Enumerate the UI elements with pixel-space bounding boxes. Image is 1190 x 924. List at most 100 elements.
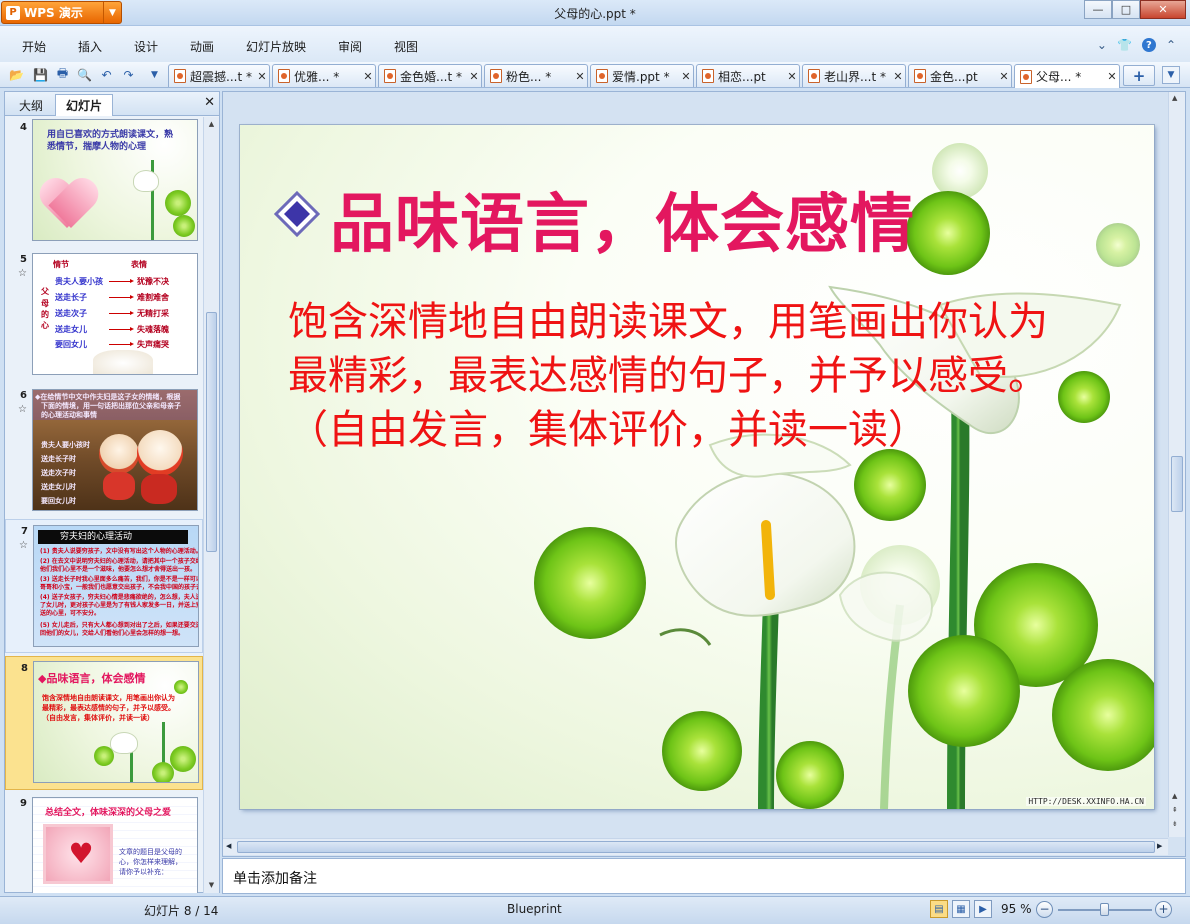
- diamond-bullet-icon: [274, 191, 320, 237]
- doc-tab-2[interactable]: 优雅... * ✕: [272, 64, 376, 87]
- scrollbar-thumb[interactable]: [206, 312, 217, 552]
- redo-icon[interactable]: ↷: [120, 66, 137, 83]
- menu-right-tools: ⌄ 👕 ? ⌃: [1097, 38, 1176, 52]
- save-icon[interactable]: 💾: [32, 66, 49, 83]
- zoom-in-button[interactable]: +: [1155, 901, 1172, 918]
- doc-tab-6[interactable]: 相恋...pt ✕: [696, 64, 800, 87]
- slide-7-preview: 穷夫妇的心理活动 (1) 贵夫人说要穷孩子，文中没有写出这个人物的心理活动。 (…: [33, 525, 199, 647]
- status-bar: 幻灯片 8 / 14 Blueprint ▤ ▦ ▶ 95 % − +: [0, 896, 1190, 924]
- slide-vertical-scrollbar[interactable]: ▲ ▲ ⇞ ⇟: [1168, 92, 1185, 837]
- menu-view[interactable]: 视图: [394, 38, 418, 55]
- menu-review[interactable]: 审阅: [338, 38, 362, 55]
- zoom-level[interactable]: 95 %: [1001, 902, 1032, 916]
- zoom-out-button[interactable]: −: [1036, 901, 1053, 918]
- slide-counter: 幻灯片 8 / 14: [144, 904, 219, 918]
- tab-close-icon[interactable]: ✕: [679, 70, 693, 83]
- thumbnail-scrollbar[interactable]: ▲ ▼: [203, 117, 219, 893]
- maximize-button[interactable]: □: [1112, 0, 1140, 19]
- scrollbar-thumb[interactable]: [237, 841, 1155, 853]
- zoom-slider-thumb[interactable]: [1100, 903, 1109, 916]
- menu-animation[interactable]: 动画: [190, 38, 214, 55]
- chevron-down-icon[interactable]: ⌄: [1097, 38, 1107, 52]
- scroll-left-icon[interactable]: ◀: [226, 842, 231, 850]
- doc-tab-7[interactable]: 老山界...t * ✕: [802, 64, 906, 87]
- scroll-down-icon[interactable]: ▲: [1172, 792, 1177, 800]
- slide-title[interactable]: 品味语言，体会感情: [330, 173, 915, 265]
- window-controls: — □ ✕: [1084, 0, 1186, 19]
- help-icon[interactable]: ?: [1141, 38, 1156, 52]
- ppt-file-icon: [174, 69, 186, 83]
- thumbnail-slide-7[interactable]: 7 ☆ 穷夫妇的心理活动 (1) 贵夫人说要穷孩子，文中没有写出这个人物的心理活…: [5, 519, 203, 653]
- close-button[interactable]: ✕: [1140, 0, 1186, 19]
- slide-body-line-3[interactable]: （自由发言，集体评价，并读一读）: [288, 403, 928, 457]
- doc-tab-8[interactable]: 金色...pt ✕: [908, 64, 1012, 87]
- tab-close-icon[interactable]: ✕: [467, 70, 481, 83]
- tab-close-icon[interactable]: ✕: [1105, 70, 1119, 83]
- slide-sorter-view-icon[interactable]: ▦: [952, 900, 970, 918]
- animation-star-icon: ☆: [18, 268, 27, 279]
- open-folder-icon[interactable]: 📂: [8, 66, 25, 83]
- animation-star-icon: ☆: [19, 540, 28, 551]
- tab-close-icon[interactable]: ✕: [891, 70, 905, 83]
- tab-list-button[interactable]: ▼: [1162, 66, 1180, 84]
- scrollbar-thumb[interactable]: [1171, 456, 1183, 512]
- minimize-button[interactable]: —: [1084, 0, 1112, 19]
- wps-presentation-window: P WPS 演示 ▼ 父母的心.ppt * — □ ✕ 开始 插入 设计 动画 …: [0, 0, 1190, 924]
- slide-8-preview: ◆品味语言，体会感情 饱含深情地自由朗读课文，用笔画出你认为 最精彩，最表达感情…: [33, 661, 199, 783]
- menu-bar: 开始 插入 设计 动画 幻灯片放映 审阅 视图 ⌄ 👕 ? ⌃: [0, 26, 1190, 62]
- thumbnail-slide-8[interactable]: 8 ◆品味语言，体会感情 饱含深情地自由朗读课文，用笔画出你认为 最精彩，最表达…: [5, 656, 203, 790]
- print-icon[interactable]: 🖶: [54, 66, 71, 83]
- skin-shirt-icon[interactable]: 👕: [1117, 38, 1132, 52]
- slideshow-view-icon[interactable]: ▶: [974, 900, 992, 918]
- doc-tab-3[interactable]: 金色婚...t * ✕: [378, 64, 482, 87]
- tab-close-icon[interactable]: ✕: [361, 70, 375, 83]
- scroll-right-icon[interactable]: ▶: [1157, 842, 1162, 850]
- panel-tabs: 大纲 幻灯片 ✕: [5, 92, 219, 116]
- toolbar-customize-icon[interactable]: ▼: [146, 66, 163, 83]
- ribbon-collapse-icon[interactable]: ⌃: [1166, 38, 1176, 52]
- scroll-up-icon[interactable]: ▲: [206, 119, 217, 130]
- scroll-up-icon[interactable]: ▲: [1172, 94, 1177, 102]
- slide-body-line-2[interactable]: 最精彩，最表达感情的句子，并予以感受。: [288, 349, 1048, 403]
- doc-tab-4[interactable]: 粉色... * ✕: [484, 64, 588, 87]
- undo-icon[interactable]: ↶: [98, 66, 115, 83]
- ppt-file-icon: [278, 69, 290, 83]
- menu-insert[interactable]: 插入: [78, 38, 102, 55]
- menu-design[interactable]: 设计: [134, 38, 158, 55]
- tab-close-icon[interactable]: ✕: [573, 70, 587, 83]
- design-template-name[interactable]: Blueprint: [507, 902, 562, 916]
- doc-tab-5[interactable]: 爱情.ppt * ✕: [590, 64, 694, 87]
- slide-body-line-1[interactable]: 饱含深情地自由朗读课文，用笔画出你认为: [288, 295, 1048, 349]
- thumbnail-slide-5[interactable]: 5 ☆ 情节 表情 父 母 的 心 贵夫人要小孩 送走长子 送走次子 送走女儿 …: [5, 248, 203, 382]
- tab-close-icon[interactable]: ✕: [997, 70, 1011, 83]
- new-tab-button[interactable]: +: [1123, 65, 1155, 86]
- panel-close-icon[interactable]: ✕: [204, 95, 215, 110]
- current-slide[interactable]: 品味语言，体会感情 饱含深情地自由朗读课文，用笔画出你认为 最精彩，最表达感情的…: [240, 125, 1154, 809]
- doc-tab-1[interactable]: 超震撼...t * ✕: [168, 64, 270, 87]
- tab-close-icon[interactable]: ✕: [785, 70, 799, 83]
- slide-editing-area: 品味语言，体会感情 饱含深情地自由朗读课文，用笔画出你认为 最精彩，最表达感情的…: [222, 91, 1186, 857]
- ppt-file-icon: [914, 69, 926, 83]
- next-slide-icon[interactable]: ⇟: [1172, 820, 1178, 828]
- window-title: 父母的心.ppt *: [554, 7, 636, 21]
- slide-4-preview: 用自已喜欢的方式朗读课文，熟 悉情节，揣摩人物的心理: [32, 119, 198, 241]
- previous-slide-icon[interactable]: ⇞: [1172, 806, 1178, 814]
- scroll-down-icon[interactable]: ▼: [206, 880, 217, 891]
- menu-home[interactable]: 开始: [22, 38, 46, 55]
- print-preview-icon[interactable]: 🔍: [76, 66, 93, 83]
- notes-field[interactable]: 单击添加备注: [222, 858, 1186, 894]
- slide-horizontal-scrollbar[interactable]: ◀ ▶: [223, 838, 1168, 855]
- slide-9-preview: 总结全文，体味深深的父母之爱 ♥ 文章的题目是父母的 心，你怎样来理解， 请你予…: [32, 797, 198, 893]
- quick-access-toolbar: 📂 💾 🖶 🔍 ↶ ↷ ▼ 超震撼...t * ✕ 优雅... * ✕ 金色婚...…: [0, 62, 1190, 88]
- heart-picture: ♥: [43, 824, 113, 884]
- menu-slideshow[interactable]: 幻灯片放映: [246, 38, 306, 55]
- animation-star-icon: ☆: [18, 404, 27, 415]
- thumbnail-slide-4[interactable]: 4 用自已喜欢的方式朗读课文，熟 悉情节，揣摩人物的心理: [5, 117, 203, 246]
- doc-tab-active[interactable]: 父母... * ✕: [1014, 64, 1120, 88]
- tab-slides[interactable]: 幻灯片: [55, 94, 114, 116]
- thumbnail-slide-6[interactable]: 6 ☆ ◆在给情节中文中作夫妇是这子女的情绪，根据 下面的情境，用一句话把出那位…: [5, 384, 203, 518]
- tab-outline[interactable]: 大纲: [9, 94, 53, 116]
- tab-close-icon[interactable]: ✕: [255, 70, 269, 83]
- thumbnail-slide-9[interactable]: 9 总结全文，体味深深的父母之爱 ♥ 文章的题目是父母的 心，你怎样来理解， 请…: [5, 792, 203, 893]
- normal-view-icon[interactable]: ▤: [930, 900, 948, 918]
